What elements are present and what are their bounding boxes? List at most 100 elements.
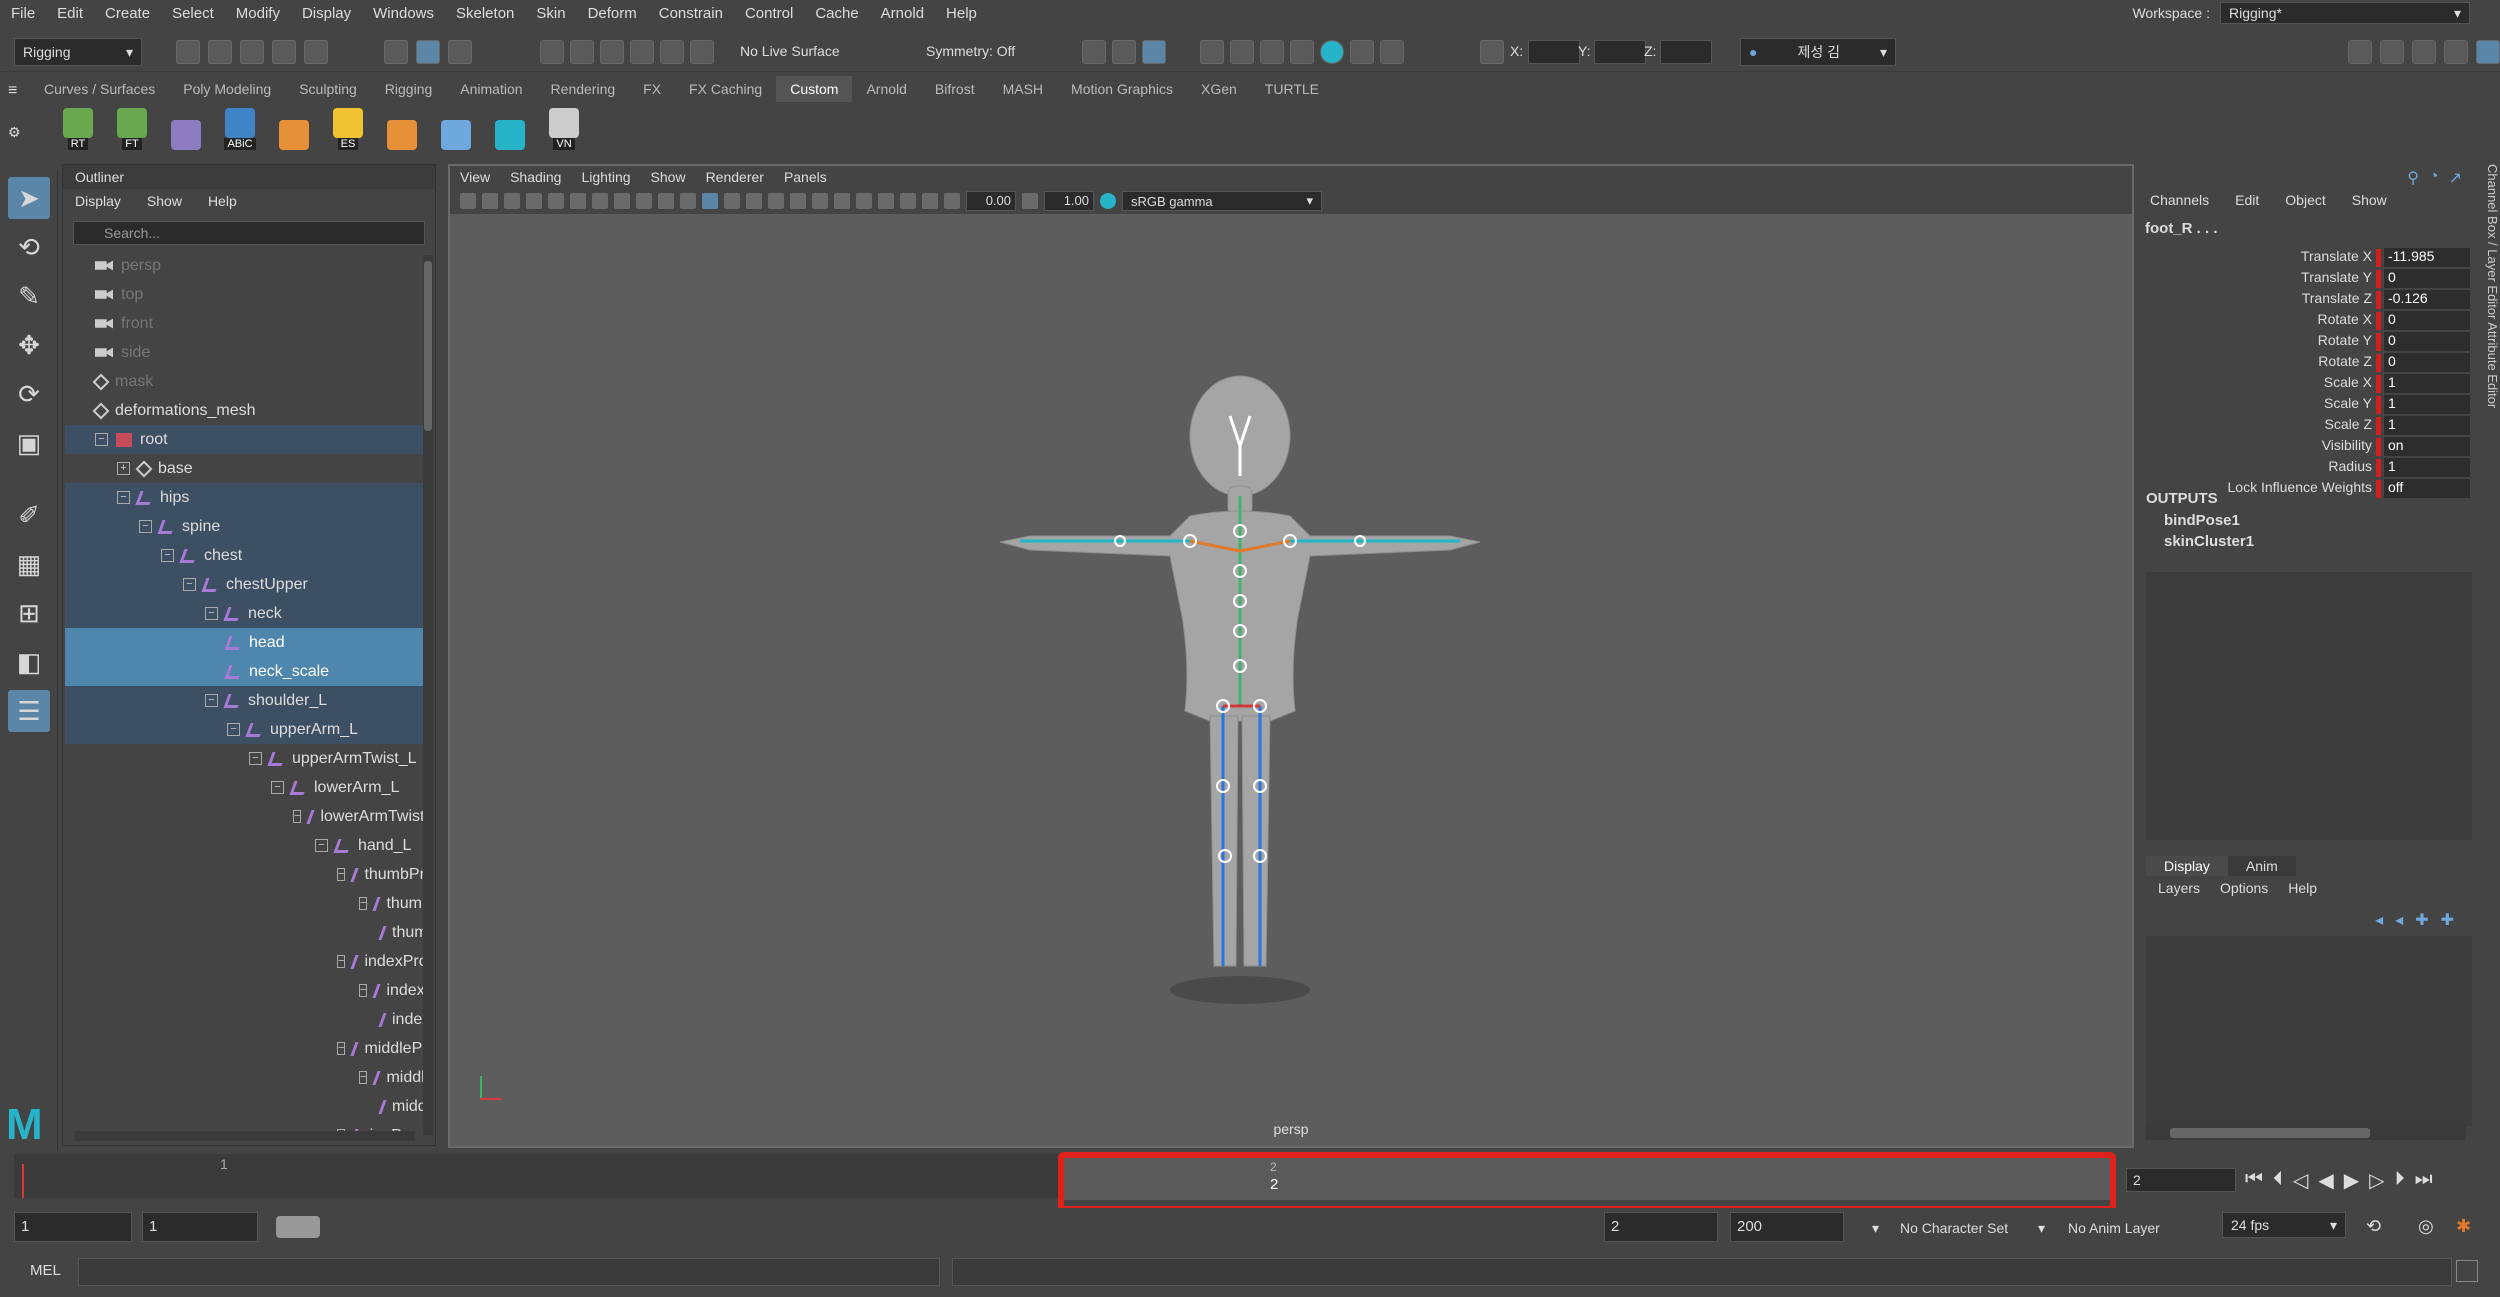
channel-row[interactable]: Rotate Y 0	[2142, 332, 2472, 352]
channel-value[interactable]: 0	[2384, 269, 2470, 288]
outliner-row[interactable]: − root	[65, 425, 423, 454]
channel-name[interactable]: Translate X	[2301, 248, 2372, 264]
isolate-select-icon[interactable]	[878, 193, 894, 209]
select-component-icon[interactable]	[448, 40, 472, 64]
textured-icon[interactable]	[746, 193, 762, 209]
gamma-field[interactable]: 1.00	[1044, 191, 1094, 211]
channel-name[interactable]: Rotate Z	[2318, 353, 2372, 369]
outliner-row[interactable]: + base	[65, 454, 423, 483]
outliner-row[interactable]: side	[65, 338, 423, 367]
play-forward-icon[interactable]: ▶	[2344, 1168, 2359, 1193]
save-scene-icon[interactable]	[240, 40, 264, 64]
rotate-tool-icon[interactable]: ⟳	[8, 373, 50, 415]
shelf-tab-mash[interactable]: MASH	[989, 76, 1057, 102]
user-account-dropdown[interactable]: ● 제성 김 ▾	[1740, 38, 1896, 66]
collapse-icon[interactable]: −	[227, 723, 240, 736]
single-perspective-icon[interactable]: ▦	[8, 543, 50, 585]
snap-curve-icon[interactable]	[570, 40, 594, 64]
modeling-toolkit-icon[interactable]	[2348, 40, 2372, 64]
layer-tab-display[interactable]: Display	[2146, 856, 2228, 876]
viewport-menu-shading[interactable]: Shading	[510, 169, 561, 185]
collapse-icon[interactable]: −	[359, 1071, 368, 1084]
collapse-icon[interactable]: −	[337, 868, 346, 881]
smooth-shade-icon[interactable]	[702, 193, 718, 209]
snap-view-icon[interactable]	[630, 40, 654, 64]
refresh-icon[interactable]: ◔	[2429, 168, 2439, 188]
shelf-tab-poly-modeling[interactable]: Poly Modeling	[169, 76, 285, 102]
ambient-occlusion-icon[interactable]	[812, 193, 828, 209]
arnold-render-icon[interactable]	[1350, 40, 1374, 64]
outliner-row[interactable]: − shoulder_L	[65, 686, 423, 715]
channel-name[interactable]: Rotate Y	[2318, 332, 2372, 348]
fps-dropdown[interactable]: 24 fps ▾	[2222, 1212, 2346, 1238]
lasso-tool-icon[interactable]: ⟲	[8, 226, 50, 268]
command-input[interactable]	[78, 1258, 940, 1286]
xray-icon[interactable]	[900, 193, 916, 209]
color-space-dropdown[interactable]: sRGB gamma ▾	[1122, 191, 1322, 211]
output-node[interactable]: skinCluster1	[2164, 533, 2254, 550]
viewport-menu-lighting[interactable]: Lighting	[581, 169, 630, 185]
channel-hscroll-thumb[interactable]	[2170, 1128, 2370, 1138]
new-layer-selected-icon[interactable]: ✚	[2441, 910, 2454, 930]
collapse-icon[interactable]: −	[359, 984, 368, 997]
channel-row[interactable]: Radius 1	[2142, 458, 2472, 478]
channel-value[interactable]: 1	[2384, 416, 2470, 435]
collapse-icon[interactable]: −	[337, 955, 346, 968]
layer-menu-options[interactable]: Options	[2220, 880, 2268, 896]
character-set-menu[interactable]: No Character Set	[1900, 1220, 2008, 1236]
persp-outliner-icon[interactable]: ◧	[8, 641, 50, 683]
live-surface-label[interactable]: No Live Surface	[740, 43, 840, 59]
sphere-joint-icon[interactable]	[436, 106, 476, 150]
menu-deform[interactable]: Deform	[577, 5, 648, 22]
outliner-row[interactable]: − lowerArm_L	[65, 773, 423, 802]
outliner-row[interactable]: − thumbPro_l	[65, 860, 423, 889]
shelf-settings-icon[interactable]: ⚙	[8, 124, 21, 141]
safe-action-icon[interactable]	[658, 193, 674, 209]
channel-row[interactable]: Visibility on	[2142, 437, 2472, 457]
step-back-key-icon[interactable]: ⏴	[2273, 1168, 2283, 1193]
anim-layer-icon[interactable]: ▾	[2038, 1220, 2045, 1237]
exposure-icon[interactable]	[944, 193, 960, 209]
render-settings-icon[interactable]	[1290, 40, 1314, 64]
menu-cache[interactable]: Cache	[804, 5, 869, 22]
paint-select-tool-icon[interactable]: ✎	[8, 275, 50, 317]
camera-attributes-icon[interactable]	[482, 193, 498, 209]
outliner-row[interactable]: thumb	[65, 918, 423, 947]
paint-icon[interactable]	[274, 106, 314, 150]
outliner-row[interactable]: indexD	[65, 1005, 423, 1034]
shelf-tab-fx-caching[interactable]: FX Caching	[675, 76, 776, 102]
menu-arnold[interactable]: Arnold	[870, 5, 935, 22]
viewport-menu-panels[interactable]: Panels	[784, 169, 827, 185]
channel-row[interactable]: Translate Z -0.126	[2142, 290, 2472, 310]
outliner-row[interactable]: −ringPro_L	[65, 1121, 423, 1131]
channel-row[interactable]: Scale X 1	[2142, 374, 2472, 394]
channel-box-icon[interactable]	[2476, 40, 2500, 64]
shelf-tab-curves-surfaces[interactable]: Curves / Surfaces	[30, 76, 169, 102]
hypershade-icon[interactable]	[1320, 40, 1344, 64]
snap-grid-icon[interactable]	[540, 40, 564, 64]
outliner-row[interactable]: neck_scale	[65, 657, 423, 686]
motion-blur-icon[interactable]	[834, 193, 850, 209]
outliner-row[interactable]: − neck	[65, 599, 423, 628]
lights-icon[interactable]	[768, 193, 784, 209]
image-plane-icon[interactable]	[526, 193, 542, 209]
gate-mask-icon[interactable]	[614, 193, 630, 209]
current-time-marker[interactable]	[22, 1164, 24, 1198]
playback-start-field[interactable]: 1	[142, 1212, 258, 1242]
channel-name[interactable]: Scale X	[2324, 374, 2372, 390]
collapse-icon[interactable]: −	[139, 520, 152, 533]
render-view-icon[interactable]	[1200, 40, 1224, 64]
go-to-end-icon[interactable]: ⏭	[2415, 1168, 2433, 1193]
channel-value[interactable]: 1	[2384, 458, 2470, 477]
snap-point-icon[interactable]	[600, 40, 624, 64]
attribute-editor-icon[interactable]	[2412, 40, 2436, 64]
field-chart-icon[interactable]	[636, 193, 652, 209]
selected-node-name[interactable]: foot_R . . .	[2145, 220, 2218, 237]
collapse-icon[interactable]: −	[205, 694, 218, 707]
outliner-row[interactable]: top	[65, 280, 423, 309]
channel-row[interactable]: Scale Z 1	[2142, 416, 2472, 436]
menu-select[interactable]: Select	[161, 5, 225, 22]
character-controls-icon[interactable]	[2380, 40, 2404, 64]
character-set-icon[interactable]: ▾	[1872, 1220, 1879, 1237]
outliner-row[interactable]: − middlePro_	[65, 1034, 423, 1063]
